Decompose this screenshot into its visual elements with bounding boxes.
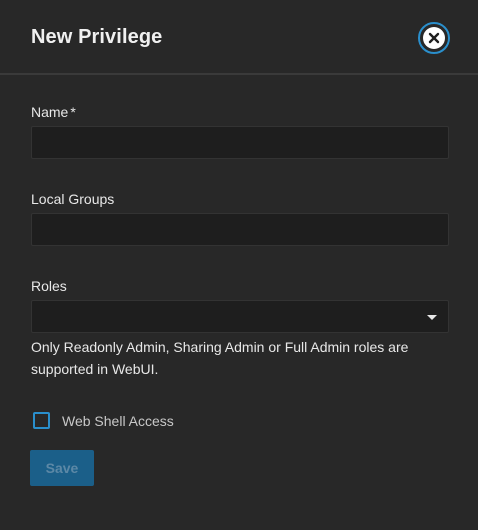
name-label: Name * <box>31 104 76 120</box>
caret-down-icon <box>427 315 437 320</box>
web-shell-access-checkbox[interactable] <box>33 412 50 429</box>
roles-select[interactable] <box>31 300 449 333</box>
web-shell-access-checkbox-row[interactable]: Web Shell Access <box>33 412 174 429</box>
required-mark: * <box>70 104 76 120</box>
local-groups-label: Local Groups <box>31 191 115 207</box>
name-input[interactable] <box>31 126 449 159</box>
dialog-header: New Privilege <box>0 0 478 75</box>
save-button[interactable]: Save <box>30 450 94 486</box>
local-groups-input[interactable] <box>31 213 449 246</box>
web-shell-access-label: Web Shell Access <box>62 412 174 429</box>
dialog-title: New Privilege <box>31 26 163 48</box>
name-label-text: Name <box>31 104 69 120</box>
roles-label: Roles <box>31 278 67 294</box>
close-button[interactable] <box>418 22 450 54</box>
close-circle-icon <box>423 27 445 49</box>
new-privilege-dialog: New Privilege Name * Local Groups Roles O… <box>0 0 478 530</box>
roles-hint: Only Readonly Admin, Sharing Admin or Fu… <box>31 339 409 377</box>
